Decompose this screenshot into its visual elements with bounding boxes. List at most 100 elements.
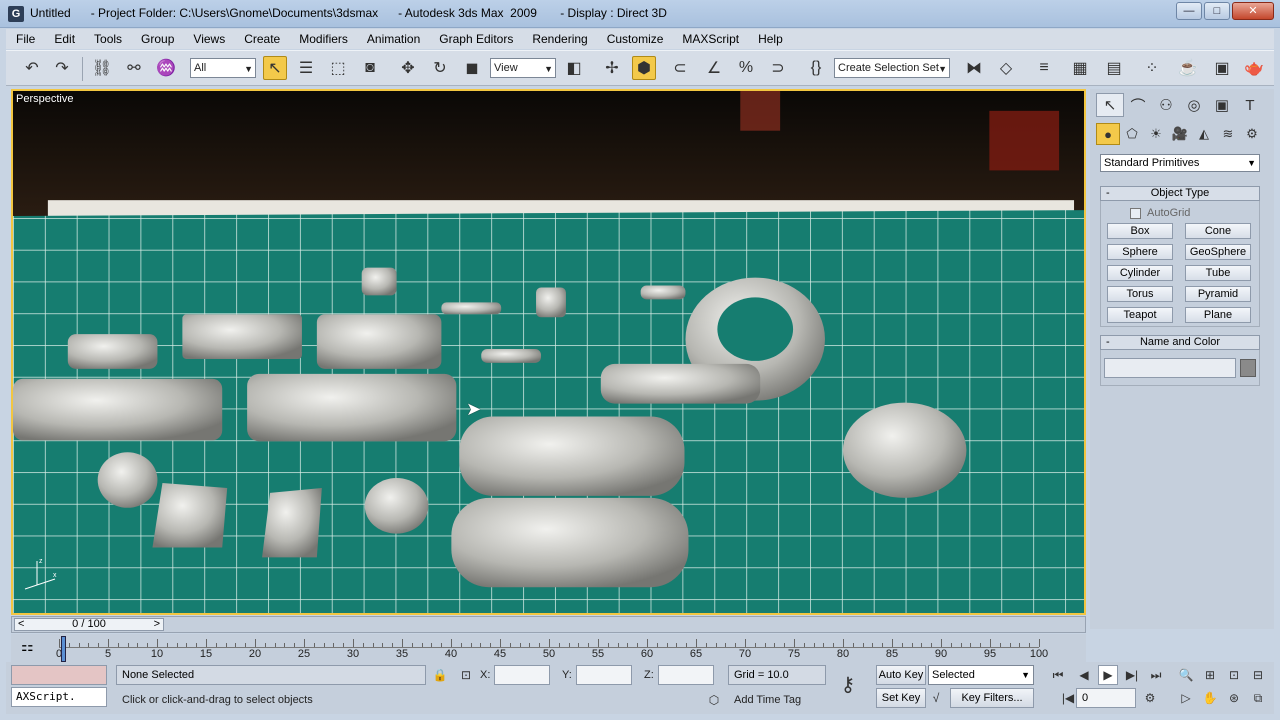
selection-filter-dropdown[interactable]: All ▼ [190,58,256,78]
window-crossing-icon[interactable]: ◙ [358,56,382,80]
zoom-all-icon[interactable]: ⊞ [1200,665,1220,685]
bind-to-space-warp-icon[interactable]: ♒ [154,56,178,80]
autogrid-checkbox[interactable]: AutoGrid [1130,207,1190,219]
set-keys-key-icon[interactable]: ⚷ [838,674,858,696]
helpers-icon[interactable]: ◭ [1192,123,1216,145]
menu-maxscript[interactable]: MAXScript [672,29,748,49]
pan-view-icon[interactable]: ✋ [1200,688,1220,708]
y-coordinate-input[interactable] [576,665,632,685]
align-icon[interactable]: ◇ [994,56,1018,80]
auto-key-button[interactable]: Auto Key [876,665,926,685]
quick-render-icon[interactable]: 🫖 [1242,56,1266,80]
layer-manager-icon[interactable]: ≡ [1032,56,1056,80]
box-button[interactable]: Box [1107,223,1173,239]
field-of-view-icon[interactable]: ▷ [1176,688,1196,708]
time-tag-icon[interactable]: ⬡ [704,690,724,710]
next-frame-arrow[interactable]: > [154,619,160,630]
go-to-start-icon[interactable]: ⏮ [1048,665,1068,685]
menu-help[interactable]: Help [748,29,792,49]
object-type-rollout[interactable]: - Object Type [1100,186,1260,201]
named-selection-dropdown[interactable]: Create Selection Set ▼ [834,58,950,78]
plane-button[interactable]: Plane [1185,307,1251,323]
previous-frame-icon[interactable]: ◀ [1074,665,1094,685]
mirror-icon[interactable]: ⧓ [962,56,986,80]
key-mode-toggle-icon[interactable]: |◀ [1058,688,1078,708]
time-slider[interactable]: < 0 / 100 > [11,616,1086,633]
object-color-swatch[interactable] [1240,359,1256,377]
menu-file[interactable]: File [6,29,44,49]
minimize-button[interactable]: — [1176,2,1202,20]
primitive-type-dropdown[interactable]: Standard Primitives ▼ [1100,154,1260,172]
close-button[interactable]: ✕ [1232,2,1274,20]
menu-modifiers[interactable]: Modifiers [289,29,357,49]
pyramid-button[interactable]: Pyramid [1185,286,1251,302]
x-coordinate-input[interactable] [494,665,550,685]
angle-snap-icon[interactable]: ∠ [702,56,726,80]
select-manipulate-icon[interactable]: ✢ [600,56,624,80]
viewport-label[interactable]: Perspective [16,93,73,105]
menu-create[interactable]: Create [234,29,289,49]
teapot-button[interactable]: Teapot [1107,307,1173,323]
prev-frame-arrow[interactable]: < [18,619,24,630]
track-bar[interactable]: ⚏ 0 5 10 15 20 25 30 35 40 45 50 55 60 65 70 75 80 85 90 95… [11,634,1086,662]
maximize-button[interactable]: □ [1204,2,1230,20]
geometry-icon[interactable]: ● [1096,123,1120,145]
render-setup-icon[interactable]: ☕ [1176,56,1200,80]
next-frame-icon[interactable]: ▶| [1122,665,1142,685]
utilities-tab-icon[interactable]: T [1236,93,1264,117]
spinner-snap-icon[interactable]: ⊃ [766,56,790,80]
go-to-end-icon[interactable]: ⏭ [1146,665,1166,685]
absolute-mode-icon[interactable]: ⊡ [456,665,476,685]
maximize-viewport-icon[interactable]: ⧉ [1248,688,1268,708]
schematic-view-icon[interactable]: ▤ [1102,56,1126,80]
zoom-icon[interactable]: 🔍 [1176,665,1196,685]
shapes-icon[interactable]: ⬠ [1120,123,1144,145]
select-and-link-icon[interactable]: ⛓ [90,56,114,80]
hierarchy-tab-icon[interactable]: ⚇ [1152,93,1180,117]
edit-named-selection-icon[interactable]: {} [804,56,828,80]
menu-edit[interactable]: Edit [44,29,84,49]
curve-editor-icon[interactable]: ▦ [1068,56,1092,80]
reference-coord-dropdown[interactable]: View ▼ [490,58,556,78]
key-mode-dropdown[interactable]: Selected ▼ [928,665,1034,685]
menu-customize[interactable]: Customize [597,29,673,49]
track-current-frame-marker[interactable] [61,636,66,662]
cameras-icon[interactable]: 🎥 [1168,123,1192,145]
key-filters-button[interactable]: Key Filters... [950,688,1034,708]
zoom-extents-all-icon[interactable]: ⊟ [1248,665,1268,685]
object-name-input[interactable] [1104,358,1236,378]
app-logo-icon[interactable]: G [8,6,24,22]
undo-icon[interactable]: ↶ [20,56,44,80]
torus-button[interactable]: Torus [1107,286,1173,302]
keyboard-shortcut-override-icon[interactable]: ⬢ [632,56,656,80]
percent-snap-icon[interactable]: % [734,56,758,80]
curve-editor-mini-icon[interactable]: ⚏ [21,638,34,655]
space-warps-icon[interactable]: ≋ [1216,123,1240,145]
create-tab-icon[interactable]: ↖ [1096,93,1124,117]
rendered-frame-window-icon[interactable]: ▣ [1210,56,1234,80]
orbit-icon[interactable]: ⊛ [1224,688,1244,708]
select-and-rotate-icon[interactable]: ↻ [428,56,452,80]
z-coordinate-input[interactable] [658,665,714,685]
redo-icon[interactable]: ↷ [50,56,74,80]
select-object-icon[interactable]: ↖ [263,56,287,80]
lock-selection-icon[interactable]: 🔒 [430,665,450,685]
select-and-move-icon[interactable]: ✥ [396,56,420,80]
menu-graph-editors[interactable]: Graph Editors [429,29,522,49]
cylinder-button[interactable]: Cylinder [1107,265,1173,281]
menu-tools[interactable]: Tools [84,29,131,49]
menu-views[interactable]: Views [183,29,234,49]
menu-animation[interactable]: Animation [357,29,429,49]
rectangular-selection-icon[interactable]: ⬚ [326,56,350,80]
snaps-toggle-icon[interactable]: ⊂ [668,56,692,80]
display-tab-icon[interactable]: ▣ [1208,93,1236,117]
use-pivot-center-icon[interactable]: ◧ [562,56,586,80]
add-time-tag[interactable]: Add Time Tag [734,690,801,710]
material-editor-icon[interactable]: ⁘ [1140,56,1164,80]
perspective-viewport[interactable]: Perspective ➤ z x [11,89,1086,615]
geosphere-button[interactable]: GeoSphere [1185,244,1251,260]
track-ruler[interactable]: 0 5 10 15 20 25 30 35 40 45 50 55 60 65 70 75 80 85 90 95 10… [56,634,1048,660]
maxscript-output[interactable] [11,665,107,685]
unlink-icon[interactable]: ⚯ [122,56,146,80]
set-key-button[interactable]: Set Key [876,688,926,708]
